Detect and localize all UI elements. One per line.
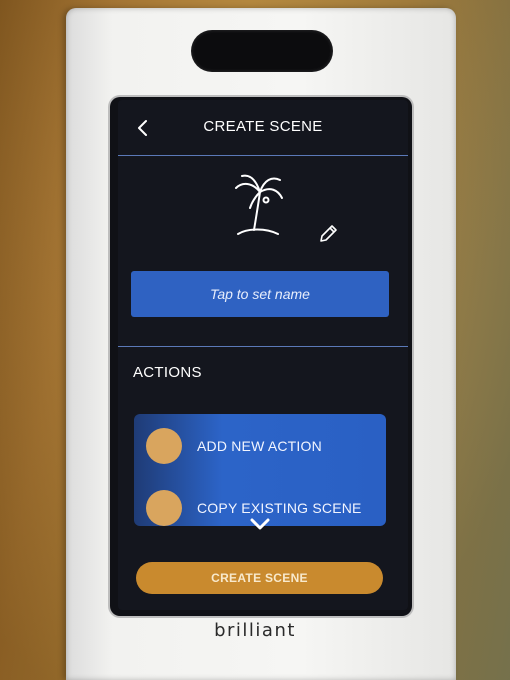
create-scene-button[interactable]: CREATE SCENE (136, 562, 383, 594)
action-label: COPY EXISTING SCENE (197, 500, 362, 516)
add-new-action-item[interactable]: ADD NEW ACTION (134, 414, 386, 470)
brand-logo: brilliant (214, 620, 296, 641)
touch-screen: CREATE SCENE Tap to set name ACTIONS ADD… (118, 100, 408, 610)
actions-list: ADD NEW ACTION COPY EXISTING SCENE (134, 414, 386, 526)
scene-name-field[interactable]: Tap to set name (131, 271, 389, 317)
actions-section-label: ACTIONS (133, 364, 202, 381)
header-bar: CREATE SCENE (118, 100, 408, 154)
action-label: ADD NEW ACTION (197, 438, 322, 454)
section-divider (118, 346, 408, 347)
camera-module (191, 30, 333, 72)
pencil-icon[interactable] (316, 222, 340, 246)
circle-icon (146, 428, 182, 464)
chevron-down-icon[interactable] (248, 516, 272, 532)
circle-icon (146, 490, 182, 526)
header-divider (118, 155, 408, 156)
page-title: CREATE SCENE (203, 118, 323, 135)
palm-tree-icon[interactable] (230, 170, 286, 240)
